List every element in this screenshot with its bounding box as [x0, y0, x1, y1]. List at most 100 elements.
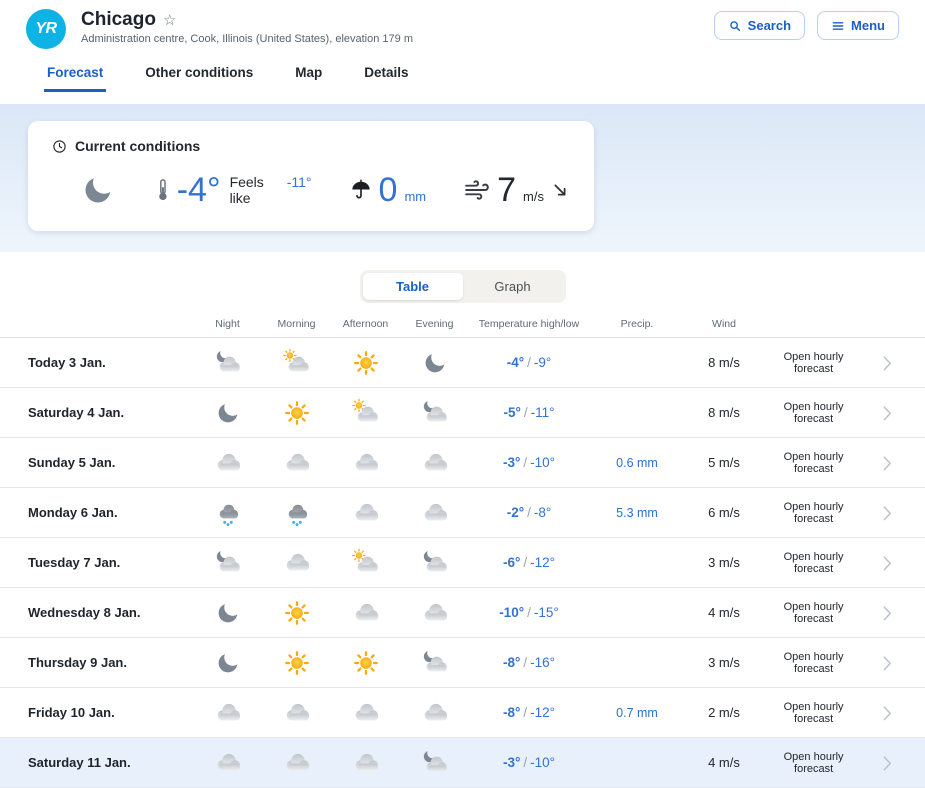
cloudy-icon [400, 698, 469, 728]
column-header-night: Night [193, 318, 262, 330]
partly-cloudy-night-icon [400, 398, 469, 428]
temp-separator: / [523, 655, 527, 670]
partly-cloudy-night-icon [400, 548, 469, 578]
open-hourly-forecast-link[interactable]: Open hourly forecast [763, 351, 897, 375]
clear-day-icon [262, 648, 331, 678]
table-row[interactable]: Saturday 4 Jan. -5°/-11° 8 m/s Open hour… [0, 388, 925, 438]
clear-night-icon [78, 169, 118, 211]
temp-low: -16° [530, 655, 555, 670]
yr-forecast-page: YR Chicago ☆ Administration centre, Cook… [0, 0, 925, 788]
temperature-high-low: -8°/-12° [469, 705, 589, 720]
chevron-right-icon [877, 403, 897, 423]
temp-separator: / [523, 455, 527, 470]
favorite-star-icon[interactable]: ☆ [163, 11, 176, 29]
current-conditions-band: Current conditions -4° Feels like -11° [0, 104, 925, 252]
chevron-right-icon [877, 453, 897, 473]
open-hourly-forecast-link[interactable]: Open hourly forecast [763, 601, 897, 625]
table-row[interactable]: Thursday 9 Jan. -8°/-16° 3 m/s Open hour… [0, 638, 925, 688]
wind-value: 2 m/s [685, 705, 763, 720]
table-row[interactable]: Monday 6 Jan. -2°/-8° 5.3 mm 6 m/s Open … [0, 488, 925, 538]
yr-logo[interactable]: YR [26, 9, 66, 49]
cloudy-icon [262, 448, 331, 478]
open-hourly-forecast-label: Open hourly forecast [763, 751, 864, 775]
wind-direction-icon [551, 181, 570, 200]
cloudy-icon [331, 598, 400, 628]
open-hourly-forecast-link[interactable]: Open hourly forecast [763, 401, 897, 425]
partly-cloudy-night-icon [193, 548, 262, 578]
column-header-temperature: Temperature high/low [469, 318, 589, 330]
precipitation-metric: 0 mm [350, 171, 427, 210]
current-wind-speed: 7 [497, 171, 516, 210]
day-label: Tuesday 7 Jan. [28, 555, 193, 570]
temp-low: -10° [530, 455, 555, 470]
open-hourly-forecast-link[interactable]: Open hourly forecast [763, 551, 897, 575]
column-header-evening: Evening [400, 318, 469, 330]
chevron-right-icon [877, 753, 897, 773]
menu-button[interactable]: Menu [817, 11, 899, 40]
table-row[interactable]: Saturday 11 Jan. -3°/-10° 4 m/s Open hou… [0, 738, 925, 788]
open-hourly-forecast-link[interactable]: Open hourly forecast [763, 501, 897, 525]
open-hourly-forecast-link[interactable]: Open hourly forecast [763, 751, 897, 775]
search-button[interactable]: Search [714, 11, 805, 40]
clear-day-icon [262, 598, 331, 628]
partly-cloudy-day-icon [331, 398, 400, 428]
wind-value: 6 m/s [685, 505, 763, 520]
day-label: Thursday 9 Jan. [28, 655, 193, 670]
open-hourly-forecast-link[interactable]: Open hourly forecast [763, 701, 897, 725]
open-hourly-forecast-link[interactable]: Open hourly forecast [763, 451, 897, 475]
temp-high: -8° [503, 655, 520, 670]
table-row[interactable]: Wednesday 8 Jan. -10°/-15° 4 m/s Open ho… [0, 588, 925, 638]
column-header-precip: Precip. [589, 318, 685, 330]
current-precipitation: 0 [379, 171, 398, 210]
temp-high: -5° [503, 405, 520, 420]
search-button-label: Search [748, 18, 791, 33]
partly-cloudy-night-icon [400, 748, 469, 778]
clock-icon [52, 139, 67, 154]
precip-value: 0.6 mm [589, 456, 685, 470]
cloudy-icon [331, 448, 400, 478]
umbrella-icon [350, 179, 372, 201]
current-conditions-card: Current conditions -4° Feels like -11° [28, 121, 594, 231]
open-hourly-forecast-label: Open hourly forecast [763, 351, 864, 375]
temp-separator: / [527, 505, 531, 520]
tab-other-conditions[interactable]: Other conditions [142, 65, 256, 92]
temperature-high-low: -10°/-15° [469, 605, 589, 620]
temp-high: -4° [507, 355, 524, 370]
chevron-right-icon [877, 653, 897, 673]
temp-separator: / [523, 555, 527, 570]
cloudy-icon [262, 748, 331, 778]
day-label: Sunday 5 Jan. [28, 455, 193, 470]
temp-high: -8° [503, 705, 520, 720]
temp-high: -2° [507, 505, 524, 520]
toggle-graph-button[interactable]: Graph [463, 273, 563, 300]
table-row[interactable]: Today 3 Jan. -4°/-9° 8 m/s Open hourly f… [0, 338, 925, 388]
open-hourly-forecast-link[interactable]: Open hourly forecast [763, 651, 897, 675]
cloudy-icon [193, 698, 262, 728]
open-hourly-forecast-label: Open hourly forecast [763, 551, 864, 575]
table-row[interactable]: Tuesday 7 Jan. -6°/-12° 3 m/s Open hourl… [0, 538, 925, 588]
chevron-right-icon [877, 553, 897, 573]
toggle-table-button[interactable]: Table [363, 273, 463, 300]
day-label: Saturday 4 Jan. [28, 405, 193, 420]
cloudy-icon [331, 698, 400, 728]
wind-icon [464, 177, 490, 203]
wind-value: 8 m/s [685, 405, 763, 420]
tab-map[interactable]: Map [292, 65, 325, 92]
precip-value: 0.7 mm [589, 706, 685, 720]
tab-forecast[interactable]: Forecast [44, 65, 106, 92]
menu-button-label: Menu [851, 18, 885, 33]
cloudy-icon [193, 748, 262, 778]
temperature-high-low: -4°/-9° [469, 355, 589, 370]
column-header-afternoon: Afternoon [331, 318, 400, 330]
open-hourly-forecast-label: Open hourly forecast [763, 451, 864, 475]
tab-details[interactable]: Details [361, 65, 411, 92]
temperature-high-low: -5°/-11° [469, 405, 589, 420]
open-hourly-forecast-label: Open hourly forecast [763, 701, 864, 725]
cloudy-icon [262, 548, 331, 578]
page-title: Chicago [81, 9, 156, 31]
table-row[interactable]: Friday 10 Jan. -8°/-12° 0.7 mm 2 m/s Ope… [0, 688, 925, 738]
temperature-high-low: -2°/-8° [469, 505, 589, 520]
cloudy-icon [400, 448, 469, 478]
header: YR Chicago ☆ Administration centre, Cook… [0, 0, 925, 49]
table-row[interactable]: Sunday 5 Jan. -3°/-10° 0.6 mm 5 m/s Open… [0, 438, 925, 488]
